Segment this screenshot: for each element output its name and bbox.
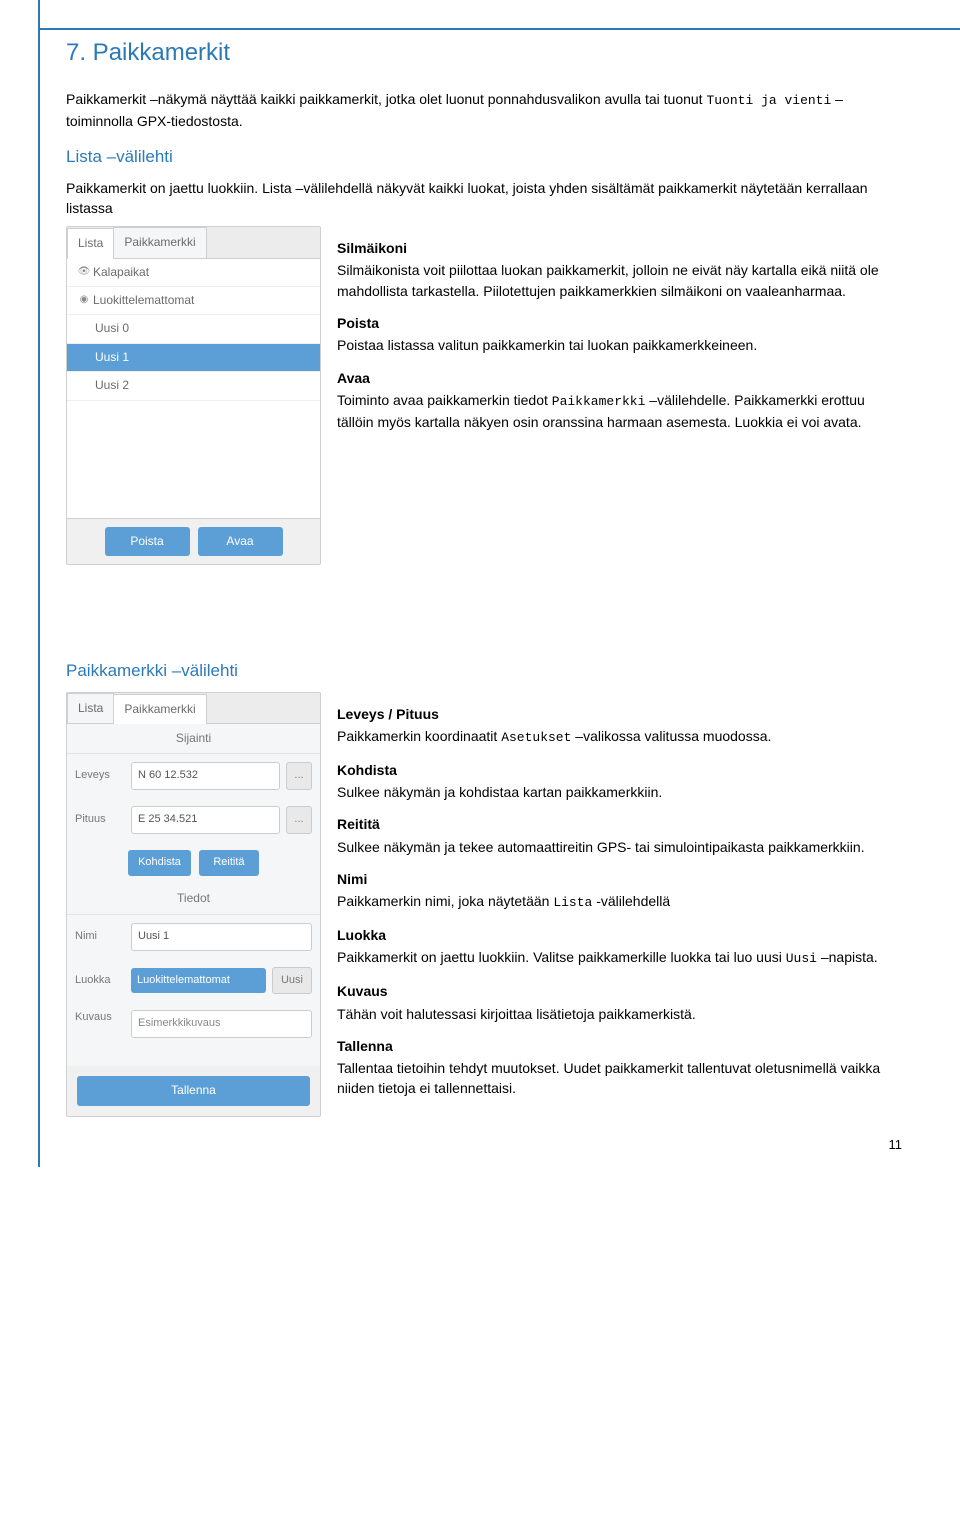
silmaikoni-text: Silmäikonista voit piilottaa luokan paik… [337,260,900,301]
list-item[interactable]: Uusi 0 [67,315,320,343]
kuvaus-input[interactable]: Esimerkkikuvaus [131,1010,312,1038]
luokka-mono: Uusi [786,951,817,966]
nimi-text-1: Paikkamerkin nimi, joka näytetään [337,893,553,909]
tiedot-label: Tiedot [67,884,320,914]
poista-text: Poistaa listassa valitun paikkamerkin ta… [337,335,900,355]
page-number: 11 [889,1136,903,1155]
nimi-mono: Lista [553,895,592,910]
sijainti-label: Sijainti [67,724,320,754]
luokka-text-2: –napista. [817,949,878,965]
kohdista-heading: Kohdista [337,760,900,780]
tallenna-button[interactable]: Tallenna [77,1076,310,1105]
tab-paikkamerkki[interactable]: Paikkamerkki [113,227,206,257]
pituus-input[interactable]: E 25 34.521 [131,806,280,834]
paikkamerkki-heading: Paikkamerkki –välilehti [66,659,900,684]
kohdista-text: Sulkee näkymän ja kohdistaa kartan paikk… [337,782,900,802]
list-item-label: Luokittelemattomat [93,292,194,309]
luokka-select[interactable]: Luokittelemattomat [131,968,266,994]
leveys-text-2: –valikossa valitussa muodossa. [571,728,771,744]
tallenna-text: Tallentaa tietoihin tehdyt muutokset. Uu… [337,1058,900,1099]
nimi-label: Nimi [75,929,125,945]
leveys-label: Leveys [75,768,125,784]
tab-lista[interactable]: Lista [67,693,114,723]
tallenna-heading: Tallenna [337,1036,900,1056]
leveys-input[interactable]: N 60 12.532 [131,762,280,790]
lista-heading: Lista –välilehti [66,145,900,170]
kohdista-button[interactable]: Kohdista [128,850,191,876]
poista-button[interactable]: Poista [105,527,190,556]
intro-paragraph: Paikkamerkit –näkymä näyttää kaikki paik… [66,89,900,131]
list-body: 👁 Kalapaikat ◉ Luokittelemattomat Uusi 0… [67,259,320,519]
panel-tabs: Lista Paikkamerkki [67,693,320,724]
leveys-dots-button[interactable]: ... [286,762,312,790]
list-item[interactable]: ◉ Luokittelemattomat [67,287,320,315]
nimi-text-2: -välilehdellä [592,893,670,909]
avaa-heading: Avaa [337,368,900,388]
tab-lista[interactable]: Lista [67,228,114,258]
avaa-button[interactable]: Avaa [198,527,283,556]
luokka-heading: Luokka [337,925,900,945]
intro-mono: Tuonti ja vienti [706,93,831,108]
paikkamerkki-panel: Lista Paikkamerkki Sijainti Leveys N 60 … [66,692,321,1117]
list-item-selected[interactable]: Uusi 1 [67,344,320,372]
panel-tabs: Lista Paikkamerkki [67,227,320,258]
luokka-text-1: Paikkamerkit on jaettu luokkiin. Valitse… [337,949,786,965]
uusi-button[interactable]: Uusi [272,967,312,995]
silmaikoni-heading: Silmäikoni [337,238,900,258]
eye-icon[interactable]: 👁 [75,265,93,280]
avaa-mono: Paikkamerkki [552,394,646,409]
panel-footer: Poista Avaa [67,519,320,564]
list-item[interactable]: 👁 Kalapaikat [67,259,320,287]
luokka-text: Paikkamerkit on jaettu luokkiin. Valitse… [337,947,900,969]
kuvaus-heading: Kuvaus [337,981,900,1001]
nimi-input[interactable]: Uusi 1 [131,923,312,951]
avaa-text-1: Toiminto avaa paikkamerkin tiedot [337,392,552,408]
list-item[interactable]: Uusi 2 [67,372,320,400]
eye-icon[interactable]: ◉ [75,293,93,308]
tab-paikkamerkki[interactable]: Paikkamerkki [113,694,206,724]
save-footer: Tallenna [67,1066,320,1115]
poista-heading: Poista [337,313,900,333]
pituus-label: Pituus [75,812,125,828]
kuvaus-text: Tähän voit halutessasi kirjoittaa lisäti… [337,1004,900,1024]
leveys-text-1: Paikkamerkin koordinaatit [337,728,501,744]
leveys-heading: Leveys / Pituus [337,704,900,724]
section-title: 7. Paikkamerkit [66,36,240,71]
leveys-text: Paikkamerkin koordinaatit Asetukset –val… [337,726,900,748]
reitita-text: Sulkee näkymän ja tekee automaattireitin… [337,837,900,857]
nimi-text: Paikkamerkin nimi, joka näytetään Lista … [337,891,900,913]
lista-intro: Paikkamerkit on jaettu luokkiin. Lista –… [66,178,900,219]
lista-panel: Lista Paikkamerkki 👁 Kalapaikat ◉ Luokit… [66,226,321,565]
luokka-label: Luokka [75,973,125,989]
leveys-mono: Asetukset [501,730,571,745]
kuvaus-label: Kuvaus [75,1010,125,1026]
list-item-label: Kalapaikat [93,264,149,281]
reitita-heading: Reititä [337,814,900,834]
intro-text-1: Paikkamerkit –näkymä näyttää kaikki paik… [66,91,706,107]
reitita-button[interactable]: Reititä [199,850,259,876]
nimi-heading: Nimi [337,869,900,889]
pituus-dots-button[interactable]: ... [286,806,312,834]
avaa-text: Toiminto avaa paikkamerkin tiedot Paikka… [337,390,900,432]
